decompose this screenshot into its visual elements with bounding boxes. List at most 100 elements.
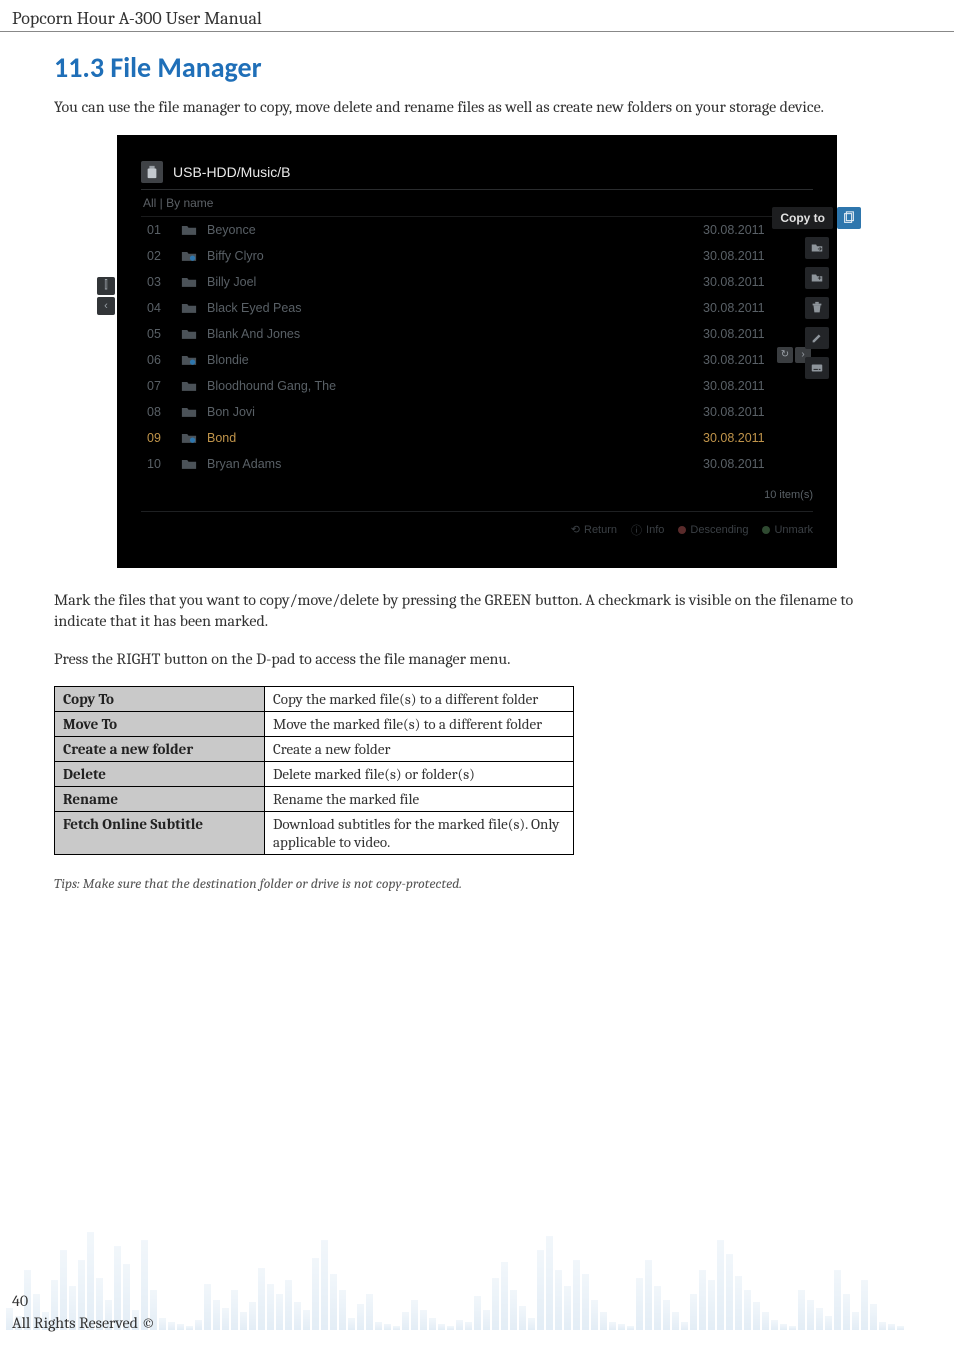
move-to-icon[interactable] <box>805 237 829 259</box>
action-label: Delete <box>55 762 265 787</box>
hint-unmark: Unmark <box>762 524 813 536</box>
list-item[interactable]: 06Blondie30.08.2011 <box>141 347 813 373</box>
table-row: Fetch Online SubtitleDownload subtitles … <box>55 812 574 855</box>
eq-bar <box>501 1262 508 1330</box>
row-name: Blondie <box>203 353 703 367</box>
folder-icon <box>181 379 203 392</box>
eq-bar <box>618 1324 625 1330</box>
list-item[interactable]: 02Biffy Clyro30.08.2011 <box>141 243 813 269</box>
row-number: 06 <box>147 353 181 367</box>
copy-to-icon[interactable] <box>837 207 861 229</box>
rename-icon[interactable] <box>805 327 829 349</box>
eq-bar <box>348 1318 355 1330</box>
context-tooltip: Copy to <box>772 207 833 229</box>
eq-bar <box>780 1324 787 1330</box>
usb-source-icon <box>141 161 163 183</box>
folder-icon <box>181 249 203 262</box>
eq-bar <box>258 1268 265 1330</box>
eq-bar <box>357 1304 364 1330</box>
eq-bar <box>267 1284 274 1330</box>
eq-bar <box>411 1300 418 1330</box>
eq-bar <box>420 1310 427 1330</box>
eq-bar <box>168 1322 175 1330</box>
action-label: Create a new folder <box>55 737 265 762</box>
screenshot-container: ⫿ ‹ USB-HDD/Music/B All | By name ↻ › 01… <box>54 135 900 568</box>
row-number: 03 <box>147 275 181 289</box>
eq-bar <box>492 1278 499 1330</box>
eq-bar <box>645 1260 652 1330</box>
eq-bar <box>438 1324 445 1330</box>
view-toggle-icon[interactable]: ⫿ <box>97 277 115 295</box>
eq-bar <box>609 1322 616 1330</box>
row-number: 07 <box>147 379 181 393</box>
eq-bar <box>600 1312 607 1330</box>
folder-icon <box>181 327 203 340</box>
row-name: Black Eyed Peas <box>203 301 703 315</box>
eq-bar <box>564 1286 571 1330</box>
folder-icon <box>181 431 203 444</box>
intro-paragraph: You can use the file manager to copy, mo… <box>54 97 900 119</box>
eq-bar <box>870 1304 877 1330</box>
eq-bar <box>276 1294 283 1330</box>
press-paragraph: Press the RIGHT button on the D-pad to a… <box>54 649 900 671</box>
breadcrumb-path: USB-HDD/Music/B <box>173 164 290 180</box>
back-icon[interactable]: ‹ <box>97 297 115 315</box>
row-name: Blank And Jones <box>203 327 703 341</box>
hint-info: ⓘInfo <box>631 522 664 538</box>
screenshot-footer: ⟲Return ⓘInfo Descending Unmark <box>141 511 813 538</box>
file-list: ↻ › 01Beyonce30.08.201102Biffy Clyro30.0… <box>141 217 813 477</box>
context-menu: Copy to <box>772 207 861 379</box>
list-item[interactable]: 04Black Eyed Peas30.08.2011 <box>141 295 813 321</box>
folder-icon <box>181 275 203 288</box>
row-number: 08 <box>147 405 181 419</box>
action-desc: Move the marked file(s) to a different f… <box>265 712 574 737</box>
eq-bar <box>816 1308 823 1330</box>
eq-bar <box>753 1302 760 1330</box>
eq-bar <box>555 1270 562 1330</box>
eq-bar <box>519 1306 526 1330</box>
new-folder-icon[interactable] <box>805 267 829 289</box>
delete-icon[interactable] <box>805 297 829 319</box>
eq-bar <box>672 1312 679 1330</box>
folder-icon <box>181 223 203 236</box>
hint-return: ⟲Return <box>571 523 617 536</box>
breadcrumb: USB-HDD/Music/B <box>141 153 813 189</box>
eq-bar <box>771 1320 778 1330</box>
eq-bar <box>393 1326 400 1330</box>
eq-bar <box>690 1294 697 1330</box>
eq-bar <box>465 1322 472 1330</box>
eq-bar <box>321 1240 328 1330</box>
row-number: 04 <box>147 301 181 315</box>
eq-bar <box>888 1324 895 1330</box>
eq-bar <box>798 1290 805 1330</box>
folder-icon <box>181 457 203 470</box>
eq-bar <box>186 1326 193 1330</box>
list-item[interactable]: 01Beyonce30.08.2011 <box>141 217 813 243</box>
eq-bar <box>735 1276 742 1330</box>
list-item[interactable]: 08Bon Jovi30.08.2011 <box>141 399 813 425</box>
action-label: Copy To <box>55 687 265 712</box>
list-item[interactable]: 07Bloodhound Gang, The30.08.2011 <box>141 373 813 399</box>
tip-paragraph: Tips: Make sure that the destination fol… <box>54 875 900 892</box>
fetch-subtitle-icon[interactable] <box>805 357 829 379</box>
eq-bar <box>897 1326 904 1330</box>
eq-bar <box>744 1290 751 1330</box>
row-name: Beyonce <box>203 223 703 237</box>
row-number: 02 <box>147 249 181 263</box>
eq-bar <box>762 1312 769 1330</box>
table-row: Move ToMove the marked file(s) to a diff… <box>55 712 574 737</box>
mark-paragraph: Mark the files that you want to copy/mov… <box>54 590 900 633</box>
eq-bar <box>330 1274 337 1330</box>
file-manager-screenshot: ⫿ ‹ USB-HDD/Music/B All | By name ↻ › 01… <box>117 135 837 568</box>
eq-bar <box>429 1318 436 1330</box>
filter-row[interactable]: All | By name <box>141 189 813 217</box>
eq-bar <box>483 1310 490 1330</box>
eq-bar <box>474 1296 481 1330</box>
eq-bar <box>528 1318 535 1330</box>
list-item[interactable]: 05Blank And Jones30.08.2011 <box>141 321 813 347</box>
eq-bar <box>708 1280 715 1330</box>
eq-bar <box>375 1322 382 1330</box>
list-item[interactable]: 10Bryan Adams30.08.2011 <box>141 451 813 477</box>
list-item[interactable]: 09Bond30.08.2011 <box>141 425 813 451</box>
list-item[interactable]: 03Billy Joel30.08.2011 <box>141 269 813 295</box>
